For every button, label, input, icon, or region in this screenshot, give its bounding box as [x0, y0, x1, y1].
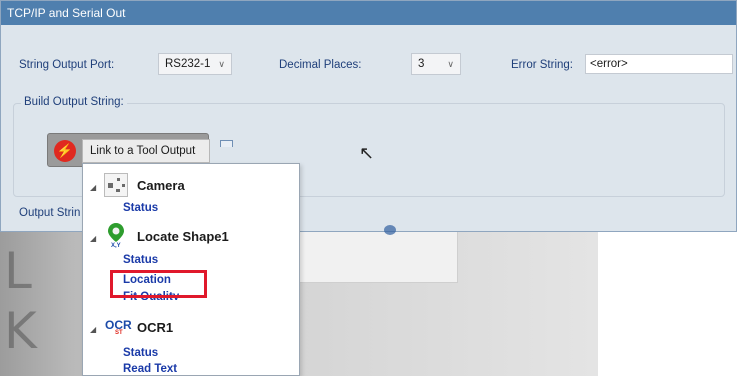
- image-glyph-l: L: [4, 242, 32, 300]
- tree-camera-status[interactable]: Status: [123, 202, 158, 214]
- expand-arrow-icon[interactable]: ◢: [90, 325, 96, 334]
- tree-ocr-read-text[interactable]: Read Text: [123, 363, 177, 375]
- plug-icon: ⚡: [54, 140, 76, 162]
- decimal-value: 3: [418, 58, 425, 70]
- chevron-down-icon: ∨: [447, 59, 454, 69]
- locate-pin-icon: X,Y: [104, 222, 128, 249]
- port-select[interactable]: RS232-1 ∨: [158, 53, 232, 75]
- expand-arrow-icon[interactable]: ◢: [90, 183, 96, 192]
- error-string-input[interactable]: <error>: [585, 54, 733, 74]
- port-label: String Output Port:: [19, 59, 115, 71]
- output-string-label: Output Strin: [19, 207, 81, 219]
- mouse-cursor-icon: ↖: [359, 143, 375, 163]
- link-tooltip: Link to a Tool Output: [82, 139, 210, 163]
- location-highlight-box: [110, 270, 207, 298]
- small-toggle[interactable]: [220, 140, 233, 147]
- error-label: Error String:: [511, 59, 573, 71]
- tree-locate-status[interactable]: Status: [123, 254, 158, 266]
- decimal-select[interactable]: 3 ∨: [411, 53, 461, 75]
- decimal-label: Decimal Places:: [279, 59, 362, 71]
- error-value: <error>: [590, 58, 628, 70]
- tree-camera[interactable]: Camera: [137, 178, 185, 193]
- chevron-down-icon: ∨: [218, 59, 225, 69]
- ocr-icon: OCR ST: [105, 318, 132, 336]
- tree-ocr-status[interactable]: Status: [123, 347, 158, 359]
- tree-ocr[interactable]: OCR1: [137, 320, 173, 335]
- expand-arrow-icon[interactable]: ◢: [90, 234, 96, 243]
- svg-text:X,Y: X,Y: [111, 243, 121, 248]
- tree-locate-shape[interactable]: Locate Shape1: [137, 229, 229, 244]
- scroll-knob: [384, 225, 396, 235]
- camera-icon: [104, 173, 128, 197]
- panel-title: TCP/IP and Serial Out: [1, 1, 736, 25]
- build-output-legend: Build Output String:: [21, 96, 127, 108]
- image-glyph-k: K: [4, 302, 37, 360]
- port-value: RS232-1: [165, 58, 211, 70]
